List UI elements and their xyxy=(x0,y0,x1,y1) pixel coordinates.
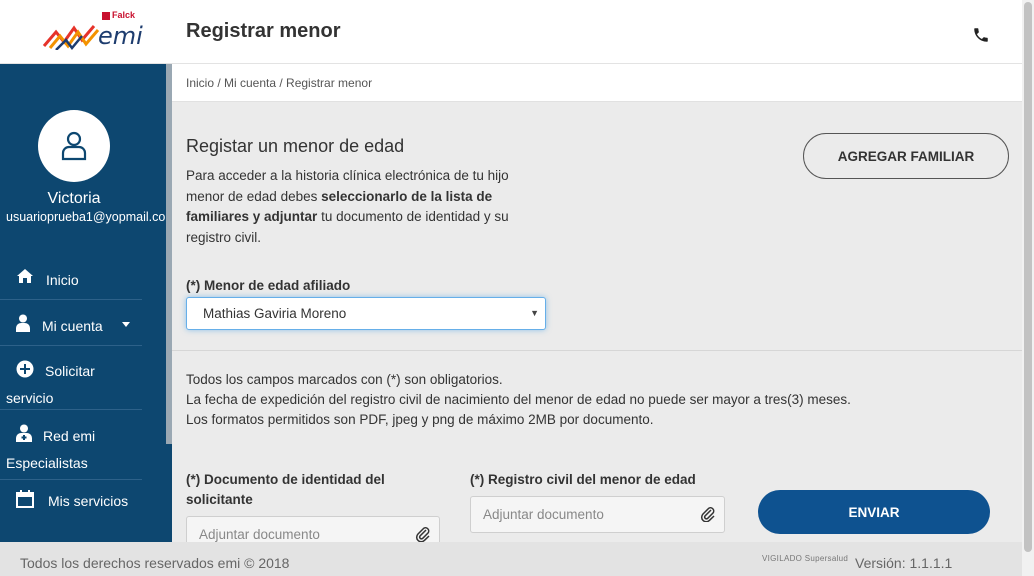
sidebar-item-label-line2: Especialistas xyxy=(6,455,88,471)
copyright-text: Todos los derechos reservados emi © 2018 xyxy=(20,555,290,571)
sidebar-item-mi-cuenta[interactable]: Mi cuenta xyxy=(0,300,142,346)
id-document-placeholder: Adjuntar documento xyxy=(199,527,320,542)
page-scrollbar[interactable] xyxy=(1022,0,1034,576)
rule-line: Los formatos permitidos son PDF, jpeg y … xyxy=(186,412,654,427)
send-button[interactable]: ENVIAR xyxy=(758,490,990,534)
breadcrumb-bar: Inicio / Mi cuenta / Registrar menor xyxy=(172,64,1022,102)
id-document-label-line1: (*) Documento de identidad del xyxy=(186,472,385,487)
page-title: Registrar menor xyxy=(186,20,341,42)
falck-logo-mark xyxy=(102,12,110,20)
version-text: Versión: 1.1.1.1 xyxy=(855,555,953,571)
user-outline-icon xyxy=(61,131,87,161)
paperclip-icon xyxy=(700,506,716,525)
user-name: Victoria xyxy=(47,190,101,207)
section-title: Registar un menor de edad xyxy=(186,136,405,156)
id-document-label-line2: solicitante xyxy=(186,492,253,507)
sidebar-item-label: Mis servicios xyxy=(48,493,129,509)
sidebar-item-mis-servicios[interactable]: Mis servicios xyxy=(0,480,142,526)
avatar[interactable] xyxy=(38,110,110,182)
rules-text: Todos los campos marcados con (*) son ob… xyxy=(186,370,851,430)
intro-text: Para acceder a la historia clínica elect… xyxy=(186,166,536,248)
page-scrollbar-thumb[interactable] xyxy=(1024,2,1032,552)
sidebar-item-label: Inicio xyxy=(46,272,79,288)
rule-line: Todos los campos marcados con (*) son ob… xyxy=(186,372,503,387)
emi-wordmark: emi xyxy=(98,22,143,50)
top-header: Falck emi Registrar menor xyxy=(0,0,1022,64)
phone-icon[interactable] xyxy=(972,26,992,46)
sidebar-item-red-emi[interactable]: Red emi Especialistas xyxy=(0,410,142,480)
breadcrumb[interactable]: Inicio / Mi cuenta / Registrar menor xyxy=(186,76,372,90)
doctor-icon xyxy=(16,424,32,445)
minor-select-value: Mathias Gaviria Moreno xyxy=(203,306,347,321)
civil-registry-upload[interactable]: Adjuntar documento xyxy=(470,496,725,533)
user-email: usuarioprueba1@yopmail.com xyxy=(6,210,166,224)
plus-circle-icon xyxy=(16,360,34,381)
home-icon xyxy=(16,268,34,287)
falck-label: Falck xyxy=(112,10,136,20)
minor-select[interactable]: Mathias Gaviria Moreno ▼ xyxy=(186,297,546,330)
minor-select-label: (*) Menor de edad afiliado xyxy=(186,278,351,293)
chevron-down-icon: ▼ xyxy=(530,308,539,318)
divider xyxy=(172,350,1022,351)
add-family-button[interactable]: AGREGAR FAMILIAR xyxy=(803,133,1009,179)
sidebar-item-inicio[interactable]: Inicio xyxy=(0,254,142,300)
id-document-label: (*) Documento de identidad del solicitan… xyxy=(186,470,385,510)
footer: Todos los derechos reservados emi © 2018… xyxy=(0,542,1022,576)
emi-logo[interactable]: Falck emi xyxy=(40,10,143,54)
sidebar-item-label: Solicitar xyxy=(45,363,95,379)
main-content: Registar un menor de edad Para acceder a… xyxy=(172,102,1022,553)
civil-registry-placeholder: Adjuntar documento xyxy=(483,507,604,522)
civil-registry-label: (*) Registro civil del menor de edad xyxy=(470,472,696,487)
sidebar: Victoria usuarioprueba1@yopmail.com Inic… xyxy=(0,64,172,542)
sidebar-item-solicitar-servicio[interactable]: Solicitar servicio xyxy=(0,346,142,410)
user-icon xyxy=(16,314,30,335)
supersalud-logo: VIGILADO Supersalud xyxy=(762,554,849,563)
calendar-icon xyxy=(16,490,34,511)
sidebar-item-label: Mi cuenta xyxy=(42,318,103,334)
emi-wave-icon xyxy=(42,25,100,50)
rule-line: La fecha de expedición del registro civi… xyxy=(186,392,851,407)
sidebar-item-label: Red emi xyxy=(43,428,96,444)
caret-down-icon xyxy=(122,322,130,327)
sidebar-item-label-line2: servicio xyxy=(6,390,54,406)
